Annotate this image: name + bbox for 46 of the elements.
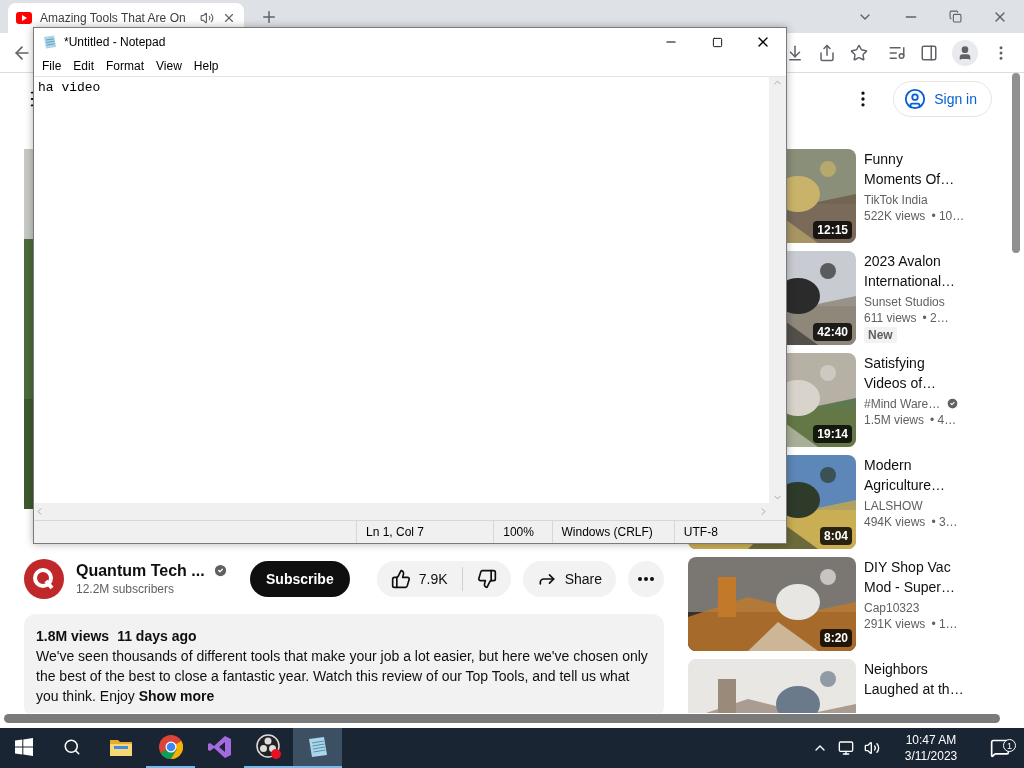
subscriber-count: 12.2M subscribers: [76, 581, 176, 596]
channel-name: TikTok India: [864, 192, 928, 207]
notification-count: 1: [1003, 739, 1016, 752]
show-more-link[interactable]: Show more: [138, 687, 215, 704]
channel-name: #Mind Ware…: [864, 396, 941, 411]
menu-item[interactable]: Format: [100, 59, 151, 73]
upload-age: • 2…: [922, 310, 949, 325]
window-title: *Untitled - Notepad: [64, 35, 166, 49]
channel-name[interactable]: Quantum Tech ...: [76, 561, 205, 580]
upload-age: • 1…: [931, 616, 958, 631]
new-badge: New: [864, 326, 897, 343]
view-count: 611 views: [864, 310, 917, 325]
share-button[interactable]: Share: [522, 560, 616, 597]
subscribe-button[interactable]: Subscribe: [250, 560, 350, 597]
menu-item[interactable]: View: [150, 59, 188, 73]
menu-item[interactable]: Edit: [67, 59, 101, 73]
status-field: UTF-8: [673, 521, 786, 543]
description-text: We've seen thousands of different tools that make your job a lot easier, but here we've chosen only the best of the best to close a fantastic year. Watch this review of our Top Tools, and tell us what you think. Enjoy Show more: [36, 646, 649, 706]
view-count: 1.5M views: [864, 412, 925, 427]
text-editor[interactable]: ha video: [34, 77, 769, 503]
channel-name: Sunset Studios: [864, 294, 945, 309]
clock-time[interactable]: 10:47 AM: [905, 732, 957, 748]
menu-item[interactable]: Help: [187, 59, 225, 73]
channel-name: LALSHOW: [864, 498, 923, 513]
video-title[interactable]: Satisfying Videos of…: [864, 352, 976, 393]
video-title[interactable]: Neighbors Laughed at th…: [864, 658, 976, 699]
video-title[interactable]: Modern Agriculture…: [864, 454, 976, 495]
menu-item[interactable]: File: [36, 59, 68, 73]
view-count: 1.8M views: [36, 626, 110, 646]
view-count: 291K views: [864, 616, 926, 631]
view-count: 494K views: [864, 514, 926, 529]
upload-age: 11 days ago: [117, 626, 197, 646]
clock-date[interactable]: 3/11/2023: [904, 748, 958, 764]
channel-name: Cap10323: [864, 600, 920, 615]
video-title[interactable]: DIY Shop Vac Mod - Super…: [864, 556, 976, 597]
view-count: 522K views: [864, 208, 926, 223]
status-field: Windows (CRLF): [551, 521, 674, 543]
sign-in-button[interactable]: Sign in: [893, 80, 992, 117]
status-field: Ln 1, Col 7: [356, 521, 494, 543]
tab-title: Amazing Tools That Are On: [40, 11, 187, 25]
upload-age: • 3…: [931, 514, 958, 529]
upload-age: • 10…: [931, 208, 965, 223]
video-title[interactable]: 2023 Avalon International…: [864, 250, 976, 291]
status-field: 100%: [493, 521, 552, 543]
video-title[interactable]: Funny Moments Of…: [864, 148, 976, 189]
upload-age: • 4…: [930, 412, 957, 427]
